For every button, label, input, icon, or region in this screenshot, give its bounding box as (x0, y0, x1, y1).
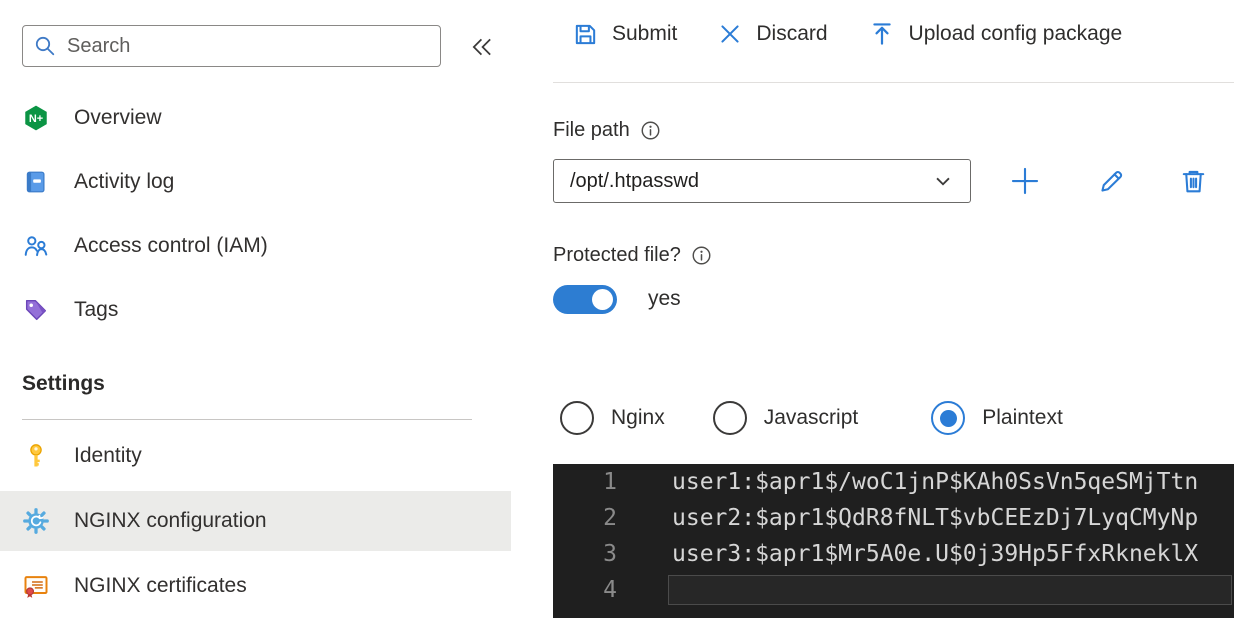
radio-circle-icon (712, 401, 747, 435)
editor-line[interactable]: 2 user2:$apr1$QdR8fNLT$vbCEEzDj7LyqCMyNp (553, 500, 1234, 536)
toggle-value-label: yes (648, 287, 681, 310)
edit-file-button[interactable] (1089, 159, 1133, 203)
command-toolbar: Submit Discard Upload config package (572, 20, 1122, 48)
radio-label: Plaintext (982, 406, 1063, 429)
editor-line-active[interactable]: 4 (553, 572, 1234, 608)
file-path-value: /opt/.htpasswd (570, 169, 699, 192)
upload-config-package-button[interactable]: Upload config package (868, 20, 1123, 48)
sidebar-item-label: Access control (IAM) (74, 234, 268, 257)
file-path-label-row: File path (553, 119, 662, 142)
line-text: user2:$apr1$QdR8fNLT$vbCEEzDj7LyqCMyNp (672, 505, 1199, 531)
upload-label: Upload config package (908, 22, 1123, 45)
search-icon (33, 34, 57, 58)
discard-label: Discard (756, 22, 828, 45)
config-code-editor[interactable]: 1 user1:$apr1$/woC1jnP$KAh0SsVn5qeSMjTtn… (553, 464, 1234, 618)
protected-file-label: Protected file? (553, 244, 681, 266)
line-number: 1 (603, 469, 617, 495)
sidebar-item-label: NGINX configuration (74, 509, 267, 532)
file-path-label: File path (553, 119, 630, 141)
sidebar-item-nginx-configuration[interactable]: NGINX configuration (0, 491, 511, 551)
sidebar-item-nginx-certificates[interactable]: NGINX certificates (0, 556, 511, 616)
protected-file-toggle[interactable] (553, 285, 617, 314)
submit-label: Submit (612, 22, 678, 45)
editor-line[interactable]: 1 user1:$apr1$/woC1jnP$KAh0SsVn5qeSMjTtn (553, 464, 1234, 500)
chevron-down-icon (930, 168, 956, 194)
nginx-logo-icon: N+ (22, 104, 50, 132)
toggle-knob (592, 289, 613, 310)
search-box[interactable] (22, 25, 441, 67)
radio-javascript[interactable]: Javascript (712, 401, 859, 435)
key-icon (22, 442, 50, 470)
radio-circle-icon (931, 401, 966, 435)
format-radio-group: Nginx Javascript Plaintext (560, 401, 1063, 435)
sidebar-item-label: Identity (74, 444, 142, 467)
radio-circle-icon (560, 401, 594, 435)
toolbar-divider (553, 82, 1234, 83)
file-path-dropdown[interactable]: /opt/.htpasswd (553, 159, 971, 203)
radio-label: Nginx (611, 406, 665, 429)
upload-icon (868, 20, 896, 48)
sidebar-item-label: Tags (74, 298, 119, 321)
nginx-configuration-page: N+ Overview Activity log (0, 0, 1234, 618)
editor-active-line[interactable] (668, 575, 1232, 605)
add-file-button[interactable] (1003, 159, 1047, 203)
sidebar-item-activity-log[interactable]: Activity log (0, 152, 511, 212)
radio-nginx[interactable]: Nginx (560, 401, 665, 435)
discard-button[interactable]: Discard (717, 21, 828, 47)
sidebar: N+ Overview Activity log (0, 0, 540, 618)
main-panel: Submit Discard Upload config package Fil… (553, 0, 1234, 618)
info-icon[interactable] (690, 244, 713, 267)
sidebar-item-access-control[interactable]: Access control (IAM) (0, 216, 511, 276)
line-text: user3:$apr1$Mr5A0e.U$0j39Hp5FfxRkneklX (672, 541, 1199, 567)
sidebar-item-label: NGINX certificates (74, 574, 247, 597)
settings-divider (22, 419, 472, 420)
line-number: 3 (603, 541, 617, 567)
svg-text:N+: N+ (29, 113, 43, 125)
gear-icon (22, 507, 50, 535)
save-icon (572, 21, 599, 48)
sidebar-item-label: Overview (74, 106, 162, 129)
radio-plaintext[interactable]: Plaintext (931, 401, 1063, 435)
certificate-icon (22, 572, 50, 600)
editor-line[interactable]: 3 user3:$apr1$Mr5A0e.U$0j39Hp5FfxRkneklX (553, 536, 1234, 572)
line-number: 2 (603, 505, 617, 531)
delete-file-button[interactable] (1171, 159, 1215, 203)
sidebar-item-label: Activity log (74, 170, 175, 193)
radio-label: Javascript (763, 406, 859, 429)
search-input[interactable] (67, 34, 430, 58)
access-control-icon (22, 232, 50, 260)
collapse-sidebar-icon[interactable] (468, 33, 496, 61)
close-icon (717, 21, 743, 47)
sidebar-item-tags[interactable]: Tags (0, 280, 511, 340)
sidebar-item-overview[interactable]: N+ Overview (0, 88, 511, 148)
info-icon[interactable] (639, 119, 662, 142)
submit-button[interactable]: Submit (572, 21, 677, 48)
sidebar-item-identity[interactable]: Identity (0, 426, 511, 486)
line-number: 4 (603, 577, 617, 603)
tags-icon (22, 296, 50, 324)
line-text: user1:$apr1$/woC1jnP$KAh0SsVn5qeSMjTtn (672, 469, 1199, 495)
protected-file-label-row: Protected file? (553, 244, 713, 267)
settings-section-title: Settings (22, 372, 105, 395)
activity-log-icon (22, 168, 50, 196)
